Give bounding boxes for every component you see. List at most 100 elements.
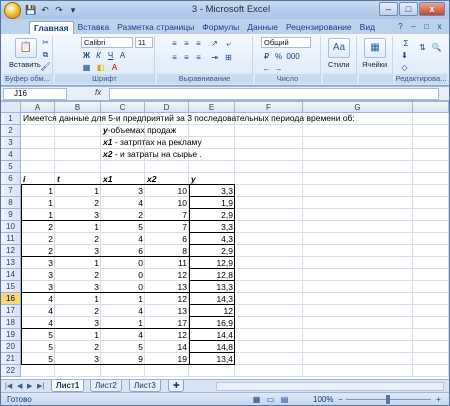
name-box[interactable]: J16 bbox=[3, 88, 67, 100]
grid-cell[interactable] bbox=[55, 149, 101, 161]
grid-cell[interactable] bbox=[413, 221, 449, 233]
grid-cell[interactable] bbox=[55, 365, 101, 377]
cells-label[interactable]: Ячейки bbox=[362, 60, 387, 69]
row-header[interactable]: 4 bbox=[1, 149, 21, 161]
grid-cell[interactable] bbox=[55, 125, 101, 137]
table-data-cell[interactable]: 12 bbox=[145, 293, 189, 305]
fill-color-icon[interactable]: ◧ bbox=[95, 62, 106, 73]
grid-cell[interactable] bbox=[303, 137, 413, 149]
wrap-text-icon[interactable]: ⤶ bbox=[223, 38, 234, 49]
row-header[interactable]: 20 bbox=[1, 341, 21, 353]
percent-icon[interactable]: % bbox=[273, 51, 284, 62]
grid-cell[interactable] bbox=[235, 173, 303, 185]
align-right-icon[interactable]: ≡ bbox=[193, 52, 204, 63]
grid-cell[interactable] bbox=[413, 269, 449, 281]
page-layout-view-icon[interactable]: ▭ bbox=[265, 394, 276, 405]
table-data-cell[interactable]: 4 bbox=[101, 197, 145, 209]
grid-cell[interactable] bbox=[413, 281, 449, 293]
prev-sheet-icon[interactable]: ◀ bbox=[17, 382, 22, 390]
column-header-b[interactable]: B bbox=[55, 102, 101, 113]
grid-cell[interactable] bbox=[303, 281, 413, 293]
table-data-cell[interactable]: 7 bbox=[145, 221, 189, 233]
column-header-h[interactable] bbox=[413, 102, 449, 113]
grid-cell[interactable] bbox=[101, 365, 145, 377]
grid-cell[interactable] bbox=[303, 161, 413, 173]
row-header[interactable]: 18 bbox=[1, 317, 21, 329]
zoom-out-icon[interactable]: − bbox=[335, 394, 346, 405]
grid-cell[interactable] bbox=[145, 365, 189, 377]
grid-cell[interactable] bbox=[235, 257, 303, 269]
row-header[interactable]: 1 bbox=[1, 113, 21, 125]
styles-icon[interactable]: Aa bbox=[328, 38, 350, 58]
decrease-decimal-icon[interactable]: → bbox=[273, 63, 284, 74]
ribbon-restore-icon[interactable]: □ bbox=[421, 21, 432, 32]
grid-cell[interactable] bbox=[303, 197, 413, 209]
grid-cell[interactable] bbox=[303, 149, 413, 161]
maximize-button[interactable]: □ bbox=[399, 2, 418, 16]
grid-cell[interactable] bbox=[303, 257, 413, 269]
row-header[interactable]: 6 bbox=[1, 173, 21, 185]
grid-cell[interactable] bbox=[413, 329, 449, 341]
tab-data[interactable]: Данные bbox=[243, 21, 282, 34]
grid-cell[interactable] bbox=[303, 269, 413, 281]
ribbon-minimize-icon[interactable]: – bbox=[408, 21, 419, 32]
table-data-cell[interactable]: 6 bbox=[145, 233, 189, 245]
column-header-g[interactable]: G bbox=[303, 102, 413, 113]
undo-icon[interactable]: ↶ bbox=[39, 4, 51, 16]
grid-cell[interactable] bbox=[303, 329, 413, 341]
grid-cell[interactable] bbox=[413, 293, 449, 305]
align-bottom-icon[interactable]: ≡ bbox=[193, 38, 204, 49]
row-header[interactable]: 10 bbox=[1, 221, 21, 233]
table-data-cell[interactable]: 12 bbox=[145, 269, 189, 281]
grid-cell[interactable] bbox=[235, 245, 303, 257]
grid-cell[interactable] bbox=[235, 317, 303, 329]
table-data-cell[interactable]: 0 bbox=[101, 269, 145, 281]
thousands-icon[interactable]: 000 bbox=[285, 51, 301, 62]
grid-cell[interactable] bbox=[235, 281, 303, 293]
font-color-icon[interactable]: A bbox=[109, 62, 120, 73]
fx-icon[interactable]: fx bbox=[95, 88, 101, 97]
cut-icon[interactable]: ✂ bbox=[40, 37, 51, 48]
fill-icon[interactable]: ⬇ bbox=[399, 50, 410, 61]
grid-cell[interactable] bbox=[189, 365, 235, 377]
grid-cell[interactable] bbox=[413, 233, 449, 245]
grid-cell[interactable] bbox=[21, 365, 55, 377]
grid-cell[interactable] bbox=[413, 197, 449, 209]
grid-cell[interactable] bbox=[235, 305, 303, 317]
grid-cell[interactable] bbox=[303, 365, 413, 377]
save-icon[interactable]: 💾 bbox=[25, 4, 37, 16]
grid-cell[interactable] bbox=[235, 353, 303, 365]
grid-cell[interactable] bbox=[303, 245, 413, 257]
bold-icon[interactable]: Ж bbox=[81, 50, 92, 61]
table-data-cell[interactable]: 12 bbox=[145, 329, 189, 341]
column-header-e[interactable]: E bbox=[189, 102, 235, 113]
grid-cell[interactable] bbox=[413, 137, 449, 149]
row-header[interactable]: 21 bbox=[1, 353, 21, 365]
grid-cell[interactable] bbox=[235, 365, 303, 377]
grid-cell[interactable] bbox=[303, 341, 413, 353]
tab-home[interactable]: Главная bbox=[29, 21, 74, 34]
row-header[interactable]: 11 bbox=[1, 233, 21, 245]
grid-cell[interactable] bbox=[303, 209, 413, 221]
row-header[interactable]: 2 bbox=[1, 125, 21, 137]
align-top-icon[interactable]: ≡ bbox=[169, 38, 180, 49]
cells-icon[interactable]: ▦ bbox=[364, 38, 386, 58]
row-header[interactable]: 13 bbox=[1, 257, 21, 269]
table-data-cell[interactable]: 5 bbox=[101, 221, 145, 233]
table-data-cell[interactable]: 2 bbox=[21, 233, 55, 245]
formula-input[interactable] bbox=[109, 88, 439, 100]
grid-cell[interactable] bbox=[413, 365, 449, 377]
row-header[interactable]: 17 bbox=[1, 305, 21, 317]
grid-cell[interactable] bbox=[413, 353, 449, 365]
table-data-cell[interactable]: 2 bbox=[55, 305, 101, 317]
table-data-cell[interactable]: 3 bbox=[21, 269, 55, 281]
page-break-view-icon[interactable]: ▤ bbox=[279, 394, 290, 405]
grid-cell[interactable] bbox=[303, 293, 413, 305]
styles-label[interactable]: Стили bbox=[328, 60, 350, 69]
grid-cell[interactable] bbox=[235, 149, 303, 161]
grid-cell[interactable] bbox=[413, 185, 449, 197]
grid-cell[interactable] bbox=[189, 161, 235, 173]
table-data-cell[interactable]: 14 bbox=[145, 341, 189, 353]
tab-insert[interactable]: Вставка bbox=[74, 21, 114, 34]
worksheet-grid[interactable]: A B C D E F G 1 2 3 4 5 6 7 8 9 10 11 12 13 14 15 16 17 1… bbox=[1, 102, 449, 379]
